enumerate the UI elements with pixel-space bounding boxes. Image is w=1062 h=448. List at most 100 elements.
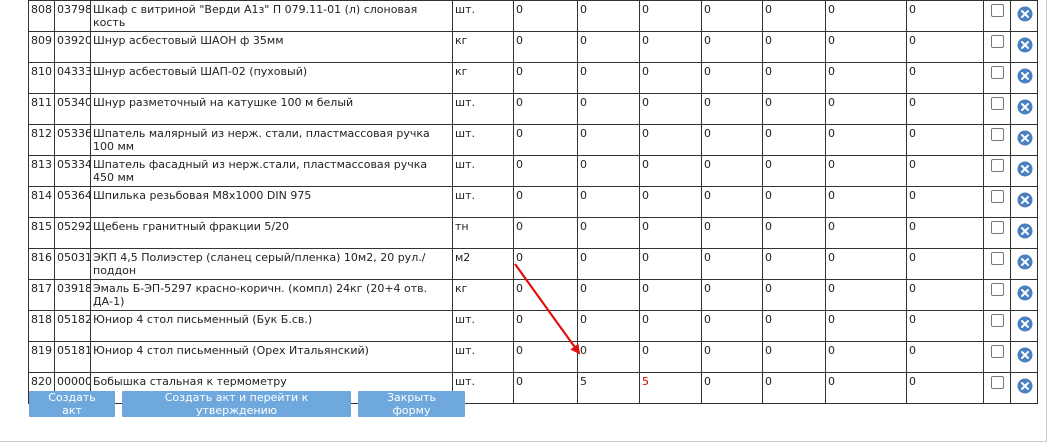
item-name-cell: Шнур разметочный на катушке 100 м белый — [90, 93, 453, 125]
unit-cell: м2 — [452, 248, 514, 280]
table-row: 816 05031 ЭКП 4,5 Полиэстер (сланец серый/… — [28, 248, 1038, 280]
value-cell: 0 — [701, 186, 763, 218]
create-and-approve-button[interactable]: Создать акт и перейти к утверждению — [122, 391, 351, 417]
value-cell: 0 — [906, 310, 984, 342]
value-cell: 0 — [762, 155, 826, 187]
delete-cell — [1010, 310, 1038, 342]
close-circle-icon[interactable] — [1017, 68, 1033, 84]
unit-cell: кг — [452, 31, 514, 63]
row-number-cell: 809 — [28, 31, 55, 63]
value-cell: 0 — [701, 31, 763, 63]
table-row: 812 05336 Шпатель малярный из нерж. стали,… — [28, 124, 1038, 156]
value-cell: 0 — [906, 372, 984, 404]
value-cell: 0 — [513, 248, 578, 280]
select-cell — [983, 0, 1011, 32]
delete-cell — [1010, 372, 1038, 404]
close-circle-icon[interactable] — [1017, 6, 1033, 22]
row-number-cell: 817 — [28, 279, 55, 311]
value-cell: 0 — [639, 124, 702, 156]
row-checkbox[interactable] — [991, 96, 1004, 110]
row-checkbox[interactable] — [991, 344, 1004, 358]
create-act-button[interactable]: Создать акт — [29, 391, 115, 417]
select-cell — [983, 310, 1011, 342]
close-circle-icon[interactable] — [1017, 254, 1033, 270]
close-circle-icon[interactable] — [1017, 161, 1033, 177]
value-cell: 0 — [762, 341, 826, 373]
close-circle-icon[interactable] — [1017, 378, 1033, 394]
value-cell: 0 — [825, 93, 907, 125]
value-cell: 0 — [762, 31, 826, 63]
value-cell: 0 — [906, 62, 984, 94]
value-cell: 0 — [906, 279, 984, 311]
value-cell: 0 — [513, 372, 578, 404]
table-row: 809 03920 Шнур асбестовый ШАОН ф 35мм кг 0 0 0… — [28, 31, 1038, 63]
row-number-cell: 813 — [28, 155, 55, 187]
row-checkbox[interactable] — [991, 375, 1004, 389]
row-checkbox[interactable] — [991, 65, 1004, 79]
value-cell: 0 — [825, 124, 907, 156]
item-name-cell: ЭКП 4,5 Полиэстер (сланец серый/пленка) … — [90, 248, 453, 280]
row-checkbox[interactable] — [991, 3, 1004, 17]
value-cell: 0 — [906, 93, 984, 125]
delete-cell — [1010, 124, 1038, 156]
value-cell: 0 — [577, 341, 640, 373]
close-circle-icon[interactable] — [1017, 316, 1033, 332]
item-code-cell: 05336 — [54, 124, 91, 156]
value-cell: 0 — [906, 155, 984, 187]
row-checkbox[interactable] — [991, 282, 1004, 296]
row-checkbox[interactable] — [991, 158, 1004, 172]
item-name-cell: Шнур асбестовый ШАП-02 (пуховый) — [90, 62, 453, 94]
value-cell: 0 — [906, 124, 984, 156]
value-cell: 0 — [825, 372, 907, 404]
value-cell: 0 — [577, 155, 640, 187]
value-cell: 0 — [639, 0, 702, 32]
delete-cell — [1010, 217, 1038, 249]
value-cell: 0 — [513, 0, 578, 32]
select-cell — [983, 372, 1011, 404]
action-buttons: Создать акт Создать акт и перейти к утве… — [29, 391, 465, 417]
close-form-button[interactable]: Закрыть форму — [358, 391, 465, 417]
item-code-cell: 05182 — [54, 310, 91, 342]
close-circle-icon[interactable] — [1017, 285, 1033, 301]
row-checkbox[interactable] — [991, 220, 1004, 234]
row-checkbox[interactable] — [991, 313, 1004, 327]
close-circle-icon[interactable] — [1017, 223, 1033, 239]
select-cell — [983, 155, 1011, 187]
value-cell: 0 — [513, 310, 578, 342]
unit-cell: шт. — [452, 0, 514, 32]
value-cell: 0 — [639, 186, 702, 218]
close-circle-icon[interactable] — [1017, 192, 1033, 208]
close-circle-icon[interactable] — [1017, 99, 1033, 115]
delete-cell — [1010, 62, 1038, 94]
value-cell: 0 — [513, 31, 578, 63]
close-circle-icon[interactable] — [1017, 347, 1033, 363]
item-name-cell: Шпатель фасадный из нерж.стали, пластмас… — [90, 155, 453, 187]
row-checkbox[interactable] — [991, 34, 1004, 48]
value-cell: 0 — [906, 31, 984, 63]
value-cell: 0 — [825, 217, 907, 249]
item-name-cell: Шкаф с витриной "Верди А1з" П 079.11-01 … — [90, 0, 453, 32]
row-checkbox[interactable] — [991, 251, 1004, 265]
item-name-cell: Юниор 4 стол письменный (Орех Итальянски… — [90, 341, 453, 373]
unit-cell: шт. — [452, 124, 514, 156]
value-cell: 0 — [577, 124, 640, 156]
value-cell: 0 — [825, 31, 907, 63]
value-cell: 0 — [513, 155, 578, 187]
close-circle-icon[interactable] — [1017, 37, 1033, 53]
value-cell: 0 — [762, 310, 826, 342]
item-name-cell: Шпатель малярный из нерж. стали, пластма… — [90, 124, 453, 156]
value-cell: 0 — [825, 155, 907, 187]
value-cell: 0 — [762, 248, 826, 280]
value-cell: 0 — [577, 186, 640, 218]
value-cell: 0 — [577, 279, 640, 311]
value-cell: 0 — [825, 0, 907, 32]
value-cell: 0 — [701, 279, 763, 311]
row-checkbox[interactable] — [991, 127, 1004, 141]
delete-cell — [1010, 341, 1038, 373]
item-code-cell: 03798 — [54, 0, 91, 32]
row-number-cell: 814 — [28, 186, 55, 218]
close-circle-icon[interactable] — [1017, 130, 1033, 146]
value-cell: 0 — [513, 124, 578, 156]
row-checkbox[interactable] — [991, 189, 1004, 203]
value-cell: 0 — [513, 62, 578, 94]
